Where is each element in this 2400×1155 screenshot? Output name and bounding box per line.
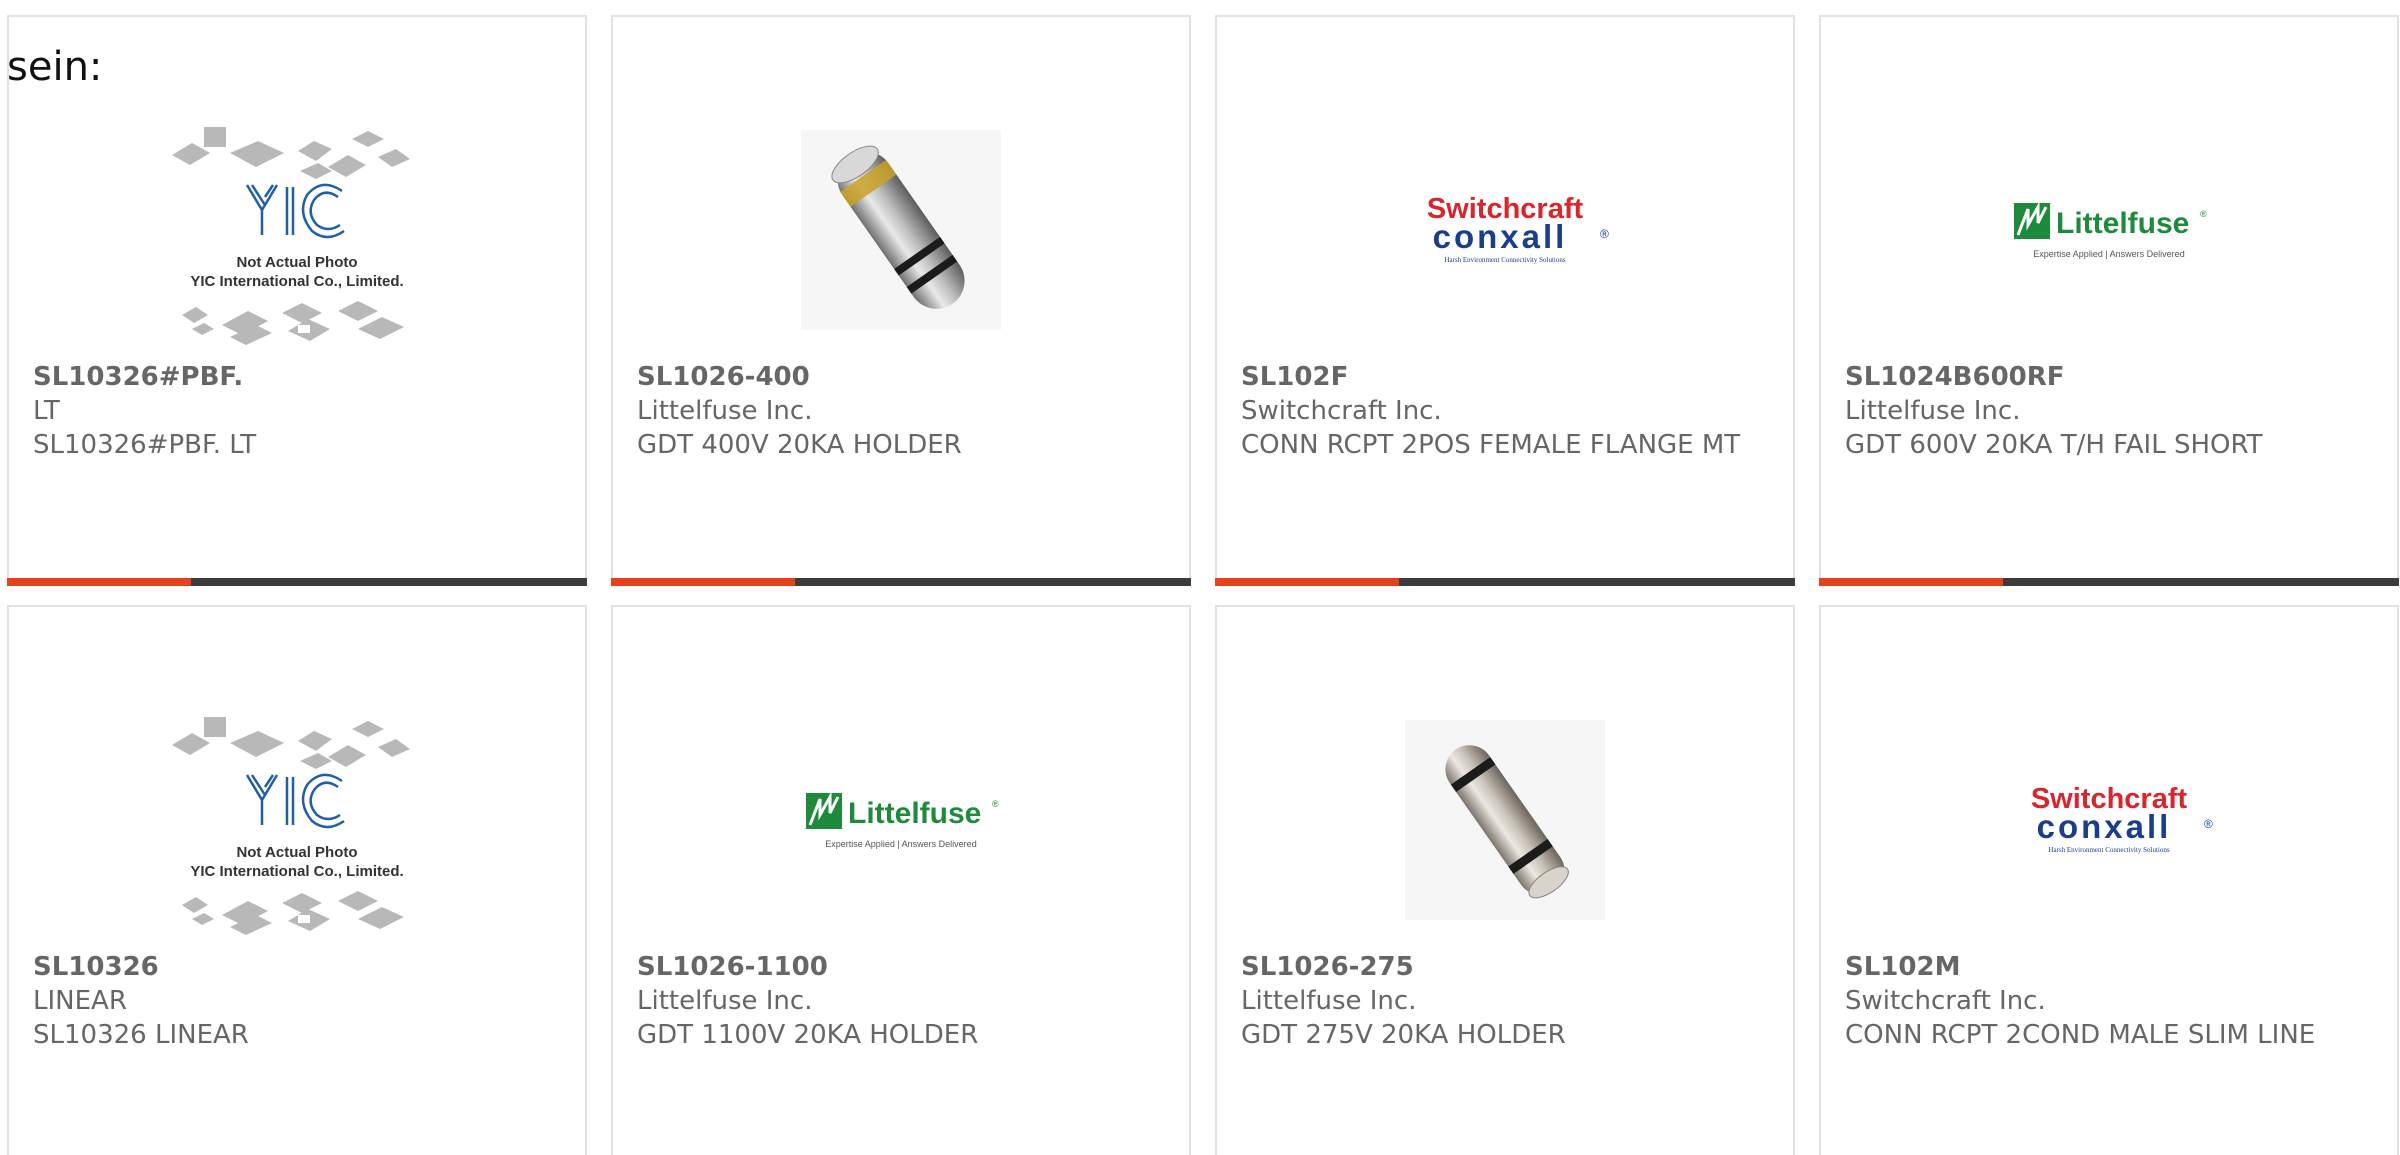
- card-bottom-bar: [611, 578, 1191, 586]
- placeholder-icon: Not Actual Photo YIC International Co., …: [172, 127, 410, 345]
- manufacturer: Littelfuse Inc.: [637, 396, 813, 426]
- part-number[interactable]: SL102F: [1241, 360, 1769, 394]
- svg-text:Expertise Applied | Answers De: Expertise Applied | Answers Delivered: [825, 839, 976, 849]
- littelfuse-logo: Littelfuse ® Expertise Applied | Answers…: [2014, 201, 2207, 259]
- svg-text:®: ®: [1600, 227, 1609, 241]
- svg-text:YIC International Co., Limited: YIC International Co., Limited.: [190, 863, 403, 880]
- product-card[interactable]: Switchcraft conxall ® Harsh Environment …: [1215, 15, 1795, 586]
- product-grid-page: sein: Not Actual Photo YIC International…: [0, 0, 2400, 1155]
- product-image[interactable]: Switchcraft conxall ® Harsh Environment …: [1217, 95, 1793, 365]
- svg-text:®: ®: [2204, 817, 2213, 831]
- card-accent-bar: [1215, 578, 1399, 586]
- product-info: SL102M Switchcraft Inc. CONN RCPT 2COND …: [1845, 950, 2373, 1052]
- product-card[interactable]: Littelfuse ® Expertise Applied | Answers…: [1819, 15, 2399, 586]
- product-image[interactable]: Not Actual Photo YIC International Co., …: [9, 685, 585, 955]
- part-number[interactable]: SL10326#PBF.: [33, 360, 561, 394]
- part-number[interactable]: SL1024B600RF: [1845, 360, 2373, 394]
- description: GDT 600V 20KA T/H FAIL SHORT: [1845, 430, 2263, 460]
- description: SL10326 LINEAR: [33, 1020, 249, 1050]
- product-info: SL1026-400 Littelfuse Inc. GDT 400V 20KA…: [637, 360, 1165, 462]
- product-card[interactable]: Littelfuse ® Expertise Applied | Answers…: [611, 605, 1191, 1155]
- description: CONN RCPT 2POS FEMALE FLANGE MT: [1241, 430, 1741, 460]
- product-card[interactable]: Not Actual Photo YIC International Co., …: [7, 605, 587, 1155]
- product-image[interactable]: Switchcraft conxall ® Harsh Environment …: [1821, 685, 2397, 955]
- switchcraft-logo: Switchcraft conxall ® Harsh Environment …: [1427, 193, 1609, 264]
- manufacturer: Switchcraft Inc.: [1845, 986, 2046, 1016]
- svg-text:Not Actual Photo: Not Actual Photo: [236, 844, 357, 861]
- gdt-holder-photo: [801, 130, 1001, 330]
- product-card[interactable]: Not Actual Photo YIC International Co., …: [7, 15, 587, 586]
- svg-text:Expertise Applied | Answers De: Expertise Applied | Answers Delivered: [2033, 249, 2184, 259]
- lead-text: sein:: [7, 44, 103, 90]
- description: CONN RCPT 2COND MALE SLIM LINE: [1845, 1020, 2316, 1050]
- product-info: SL1024B600RF Littelfuse Inc. GDT 600V 20…: [1845, 360, 2373, 462]
- description: SL10326#PBF. LT: [33, 430, 257, 460]
- part-number[interactable]: SL1026-1100: [637, 950, 1165, 984]
- manufacturer: LINEAR: [33, 986, 127, 1016]
- card-bottom-bar: [7, 578, 587, 586]
- card-accent-bar: [611, 578, 795, 586]
- manufacturer: Switchcraft Inc.: [1241, 396, 1442, 426]
- manufacturer: Littelfuse Inc.: [1241, 986, 1417, 1016]
- product-card[interactable]: SL1026-275 Littelfuse Inc. GDT 275V 20KA…: [1215, 605, 1795, 1155]
- gdt-holder-photo: [1405, 720, 1605, 920]
- manufacturer: Littelfuse Inc.: [1845, 396, 2021, 426]
- svg-text:conxall: conxall: [2037, 808, 2172, 845]
- svg-text:Littelfuse: Littelfuse: [848, 797, 981, 830]
- svg-text:Harsh Environment Connectivity: Harsh Environment Connectivity Solutions: [2048, 846, 2169, 854]
- product-card[interactable]: Switchcraft conxall ® Harsh Environment …: [1819, 605, 2399, 1155]
- product-info: SL10326#PBF. LT SL10326#PBF. LT: [33, 360, 561, 462]
- part-number[interactable]: SL10326: [33, 950, 561, 984]
- part-number[interactable]: SL102M: [1845, 950, 2373, 984]
- product-image[interactable]: Littelfuse ® Expertise Applied | Answers…: [613, 685, 1189, 955]
- description: GDT 400V 20KA HOLDER: [637, 430, 962, 460]
- part-number[interactable]: SL1026-275: [1241, 950, 1769, 984]
- product-info: SL1026-1100 Littelfuse Inc. GDT 1100V 20…: [637, 950, 1165, 1052]
- product-image[interactable]: Littelfuse ® Expertise Applied | Answers…: [1821, 95, 2397, 365]
- manufacturer: LT: [33, 396, 60, 426]
- card-bottom-bar: [1819, 578, 2399, 586]
- card-accent-bar: [7, 578, 191, 586]
- svg-text:YIC International Co., Limited: YIC International Co., Limited.: [190, 273, 403, 290]
- svg-text:Littelfuse: Littelfuse: [2056, 207, 2189, 240]
- product-info: SL102F Switchcraft Inc. CONN RCPT 2POS F…: [1241, 360, 1769, 462]
- product-card[interactable]: SL1026-400 Littelfuse Inc. GDT 400V 20KA…: [611, 15, 1191, 586]
- product-image[interactable]: [1217, 685, 1793, 955]
- product-info: SL10326 LINEAR SL10326 LINEAR: [33, 950, 561, 1052]
- placeholder-icon: Not Actual Photo YIC International Co., …: [172, 717, 410, 935]
- card-accent-bar: [1819, 578, 2003, 586]
- svg-text:Not Actual Photo: Not Actual Photo: [236, 254, 357, 271]
- description: GDT 275V 20KA HOLDER: [1241, 1020, 1566, 1050]
- switchcraft-logo: Switchcraft conxall ® Harsh Environment …: [2031, 783, 2213, 854]
- product-info: SL1026-275 Littelfuse Inc. GDT 275V 20KA…: [1241, 950, 1769, 1052]
- manufacturer: Littelfuse Inc.: [637, 986, 813, 1016]
- product-image[interactable]: Not Actual Photo YIC International Co., …: [9, 95, 585, 365]
- svg-text:Harsh Environment Connectivity: Harsh Environment Connectivity Solutions: [1444, 256, 1565, 264]
- svg-text:®: ®: [2200, 209, 2207, 219]
- description: GDT 1100V 20KA HOLDER: [637, 1020, 979, 1050]
- svg-text:®: ®: [992, 799, 999, 809]
- card-bottom-bar: [1215, 578, 1795, 586]
- product-image[interactable]: [613, 95, 1189, 365]
- svg-text:conxall: conxall: [1433, 218, 1568, 255]
- part-number[interactable]: SL1026-400: [637, 360, 1165, 394]
- littelfuse-logo: Littelfuse ® Expertise Applied | Answers…: [806, 791, 999, 849]
